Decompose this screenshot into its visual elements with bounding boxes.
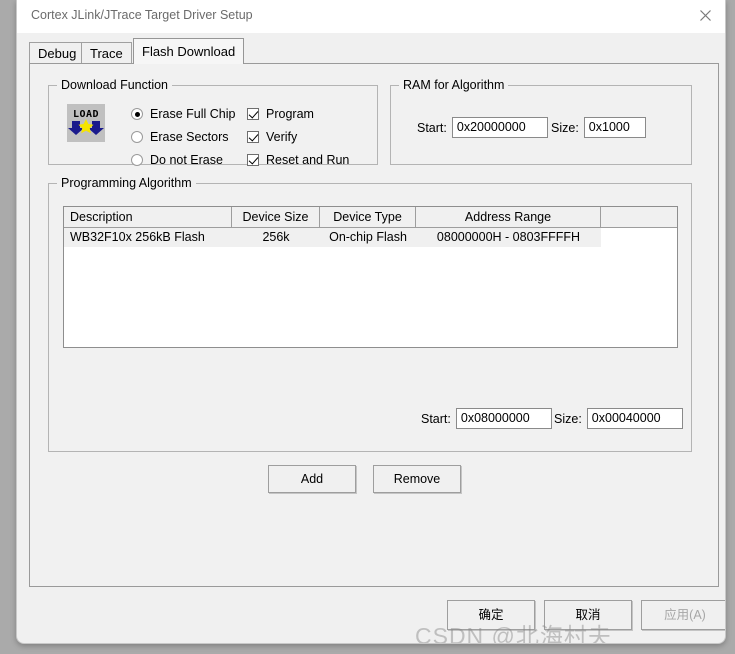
load-icon: LOAD	[67, 104, 105, 142]
algorithm-table: Description Device Size Device Type Addr…	[63, 206, 678, 348]
ram-start-label: Start:	[417, 120, 447, 135]
algorithm-start-input[interactable]: 0x08000000	[455, 408, 552, 429]
checkbox-verify[interactable]: Verify	[247, 130, 297, 144]
radio-do-not-erase-label: Do not Erase	[150, 153, 223, 167]
load-icon-glyph: LOAD	[67, 104, 105, 142]
checkbox-reset-and-run-label: Reset and Run	[266, 153, 350, 167]
ram-size-field-group: Size: 0x1000	[551, 117, 646, 138]
cancel-button[interactable]: 取消	[544, 600, 632, 630]
tab-debug[interactable]: Debug	[29, 42, 86, 64]
table-header-row: Description Device Size Device Type Addr…	[64, 207, 677, 228]
tab-flash-download[interactable]: Flash Download	[133, 38, 245, 64]
cell-description: WB32F10x 256kB Flash	[70, 230, 205, 244]
checkbox-indicator	[247, 108, 259, 120]
radio-erase-full-chip-label: Erase Full Chip	[150, 107, 236, 121]
ram-start-field-group: Start: 0x20000000	[417, 117, 548, 138]
window-title: Cortex JLink/JTrace Target Driver Setup	[31, 8, 253, 22]
algorithm-size-label: Size:	[554, 411, 582, 426]
column-header-address-range[interactable]: Address Range	[416, 207, 601, 228]
remove-button[interactable]: Remove	[373, 465, 461, 493]
algorithm-start-field-group: Start: 0x08000000	[421, 408, 552, 429]
cell-device-type: On-chip Flash	[329, 230, 407, 244]
close-icon[interactable]	[683, 0, 725, 31]
programming-algorithm-title: Programming Algorithm	[57, 176, 196, 190]
add-button[interactable]: Add	[268, 465, 356, 493]
cell-extra	[601, 228, 677, 247]
flash-download-panel: Download Function LOAD Erase Full Chip E…	[29, 63, 719, 587]
tab-strip: Debug Trace Flash Download	[29, 38, 719, 64]
checkbox-reset-and-run[interactable]: Reset and Run	[247, 153, 349, 167]
ram-size-label: Size:	[551, 120, 579, 135]
radio-do-not-erase[interactable]: Do not Erase	[131, 153, 223, 167]
programming-algorithm-group: Programming Algorithm Description Device…	[48, 176, 692, 452]
column-header-device-size[interactable]: Device Size	[232, 207, 320, 228]
radio-indicator	[131, 108, 143, 120]
algorithm-size-input[interactable]: 0x00040000	[586, 408, 683, 429]
radio-erase-sectors-label: Erase Sectors	[150, 130, 229, 144]
tab-trace[interactable]: Trace	[81, 42, 132, 64]
ram-for-algorithm-group: RAM for Algorithm Start: 0x20000000 Size…	[390, 78, 692, 165]
title-bar: Cortex JLink/JTrace Target Driver Setup	[17, 0, 725, 33]
apply-button: 应用(A)	[641, 600, 725, 630]
checkbox-program[interactable]: Program	[247, 107, 314, 121]
ram-for-algorithm-title: RAM for Algorithm	[399, 78, 509, 92]
checkbox-indicator	[247, 154, 259, 166]
radio-erase-full-chip[interactable]: Erase Full Chip	[131, 107, 235, 121]
algorithm-start-label: Start:	[421, 411, 451, 426]
radio-indicator	[131, 154, 143, 166]
column-header-device-type[interactable]: Device Type	[320, 207, 416, 228]
table-row[interactable]: WB32F10x 256kB Flash 256k On-chip Flash …	[64, 228, 677, 247]
download-function-title: Download Function	[57, 78, 173, 92]
checkbox-program-label: Program	[266, 107, 314, 121]
ok-button[interactable]: 确定	[447, 600, 535, 630]
checkbox-verify-label: Verify	[266, 130, 298, 144]
radio-indicator	[131, 131, 143, 143]
cell-address-range: 08000000H - 0803FFFFH	[436, 230, 581, 244]
radio-erase-sectors[interactable]: Erase Sectors	[131, 130, 229, 144]
svg-text:LOAD: LOAD	[73, 109, 99, 120]
cell-device-size: 256k	[262, 230, 290, 244]
algorithm-size-field-group: Size: 0x00040000	[554, 408, 683, 429]
dialog-window: Cortex JLink/JTrace Target Driver Setup …	[16, 0, 726, 644]
checkbox-indicator	[247, 131, 259, 143]
download-function-group: Download Function LOAD Erase Full Chip E…	[48, 78, 378, 167]
ram-start-input[interactable]: 0x20000000	[451, 117, 548, 138]
column-header-extra[interactable]	[601, 207, 677, 228]
close-glyph	[699, 10, 711, 21]
column-header-description[interactable]: Description	[64, 207, 232, 228]
ram-size-input[interactable]: 0x1000	[583, 117, 646, 138]
